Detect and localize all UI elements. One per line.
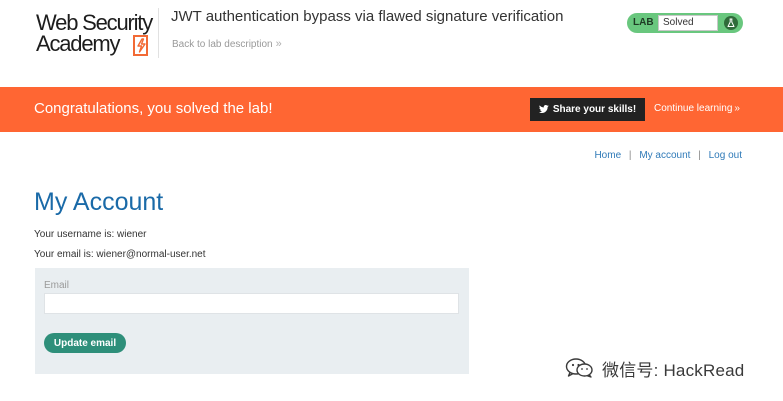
- watermark-text: 微信号: HackRead: [602, 360, 745, 380]
- lab-title: JWT authentication bypass via flawed sig…: [171, 8, 564, 25]
- share-your-skills-button[interactable]: Share your skills!: [530, 98, 645, 121]
- email-info: Your email is: wiener@normal-user.net: [34, 249, 206, 260]
- twitter-bird-icon: [538, 105, 549, 113]
- nav-log-out-link[interactable]: Log out: [709, 150, 742, 161]
- update-email-form: Email Update email: [35, 268, 469, 374]
- lab-header: Web Security Academy JWT authentication …: [0, 0, 783, 87]
- page-title: My Account: [34, 188, 164, 216]
- status-tag: LAB: [633, 17, 654, 28]
- nav-home-link[interactable]: Home: [594, 150, 621, 161]
- wechat-watermark: 微信号: HackRead: [565, 356, 744, 380]
- continue-learning-link[interactable]: Continue learning»: [654, 103, 740, 114]
- update-email-button[interactable]: Update email: [44, 333, 126, 353]
- back-to-lab-description-link[interactable]: Back to lab description»: [172, 38, 282, 50]
- nav-separator: |: [628, 150, 632, 161]
- double-chevron-right-icon: »: [275, 38, 282, 50]
- username-info: Your username is: wiener: [34, 229, 147, 240]
- email-label: Email: [44, 280, 70, 291]
- logo-divider: [158, 8, 159, 58]
- nav-my-account-link[interactable]: My account: [639, 150, 690, 161]
- web-security-academy-logo[interactable]: Web Security Academy: [36, 12, 160, 58]
- email-input[interactable]: [44, 293, 459, 314]
- wechat-icon: [565, 358, 593, 378]
- status-value: Solved: [663, 17, 694, 28]
- flask-icon: [724, 16, 738, 30]
- double-chevron-right-icon: »: [734, 103, 740, 114]
- lightning-bolt-icon: [133, 35, 148, 56]
- lab-status-badge: LAB Solved: [627, 13, 743, 33]
- back-link-label: Back to lab description: [172, 39, 273, 50]
- share-button-label: Share your skills!: [552, 104, 637, 115]
- account-navigation: Home | My account | Log out: [594, 150, 742, 161]
- congratulations-message: Congratulations, you solved the lab!: [34, 100, 273, 117]
- continue-learning-label: Continue learning: [654, 103, 733, 114]
- status-value-box: Solved: [658, 15, 718, 31]
- logo-line-1: Web Security: [36, 10, 153, 35]
- nav-separator: |: [698, 150, 701, 161]
- solved-banner: Congratulations, you solved the lab! Sha…: [0, 87, 783, 132]
